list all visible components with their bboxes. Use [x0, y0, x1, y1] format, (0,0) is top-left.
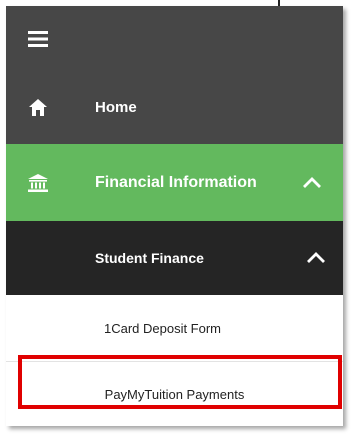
submenu-item-label: PayMyTuition Payments — [104, 386, 245, 402]
bank-icon — [27, 172, 49, 194]
screenshot-frame: Home Financial Information Student Finan… — [0, 0, 355, 437]
menu-toggle-row[interactable] — [6, 6, 343, 71]
submenu-item-label: 1Card Deposit Form — [103, 320, 222, 336]
submenu-item-1card-deposit-form[interactable]: 1Card Deposit Form — [6, 295, 343, 362]
nav-item-home[interactable]: Home — [6, 71, 343, 144]
nav-item-label: Financial Information — [95, 173, 257, 191]
submenu-item-paymytuition-payments[interactable]: PayMyTuition Payments — [6, 362, 343, 426]
chevron-up-icon[interactable] — [301, 176, 323, 190]
chevron-up-icon[interactable] — [305, 251, 327, 265]
home-icon — [27, 97, 49, 119]
nav-item-label: Student Finance — [95, 250, 204, 266]
side-navigation-menu: Home Financial Information Student Finan… — [6, 6, 343, 426]
nav-item-label: Home — [95, 99, 137, 116]
nav-item-financial-information[interactable]: Financial Information — [6, 144, 343, 221]
hamburger-menu-icon[interactable] — [27, 28, 49, 50]
nav-item-student-finance[interactable]: Student Finance — [6, 221, 343, 295]
